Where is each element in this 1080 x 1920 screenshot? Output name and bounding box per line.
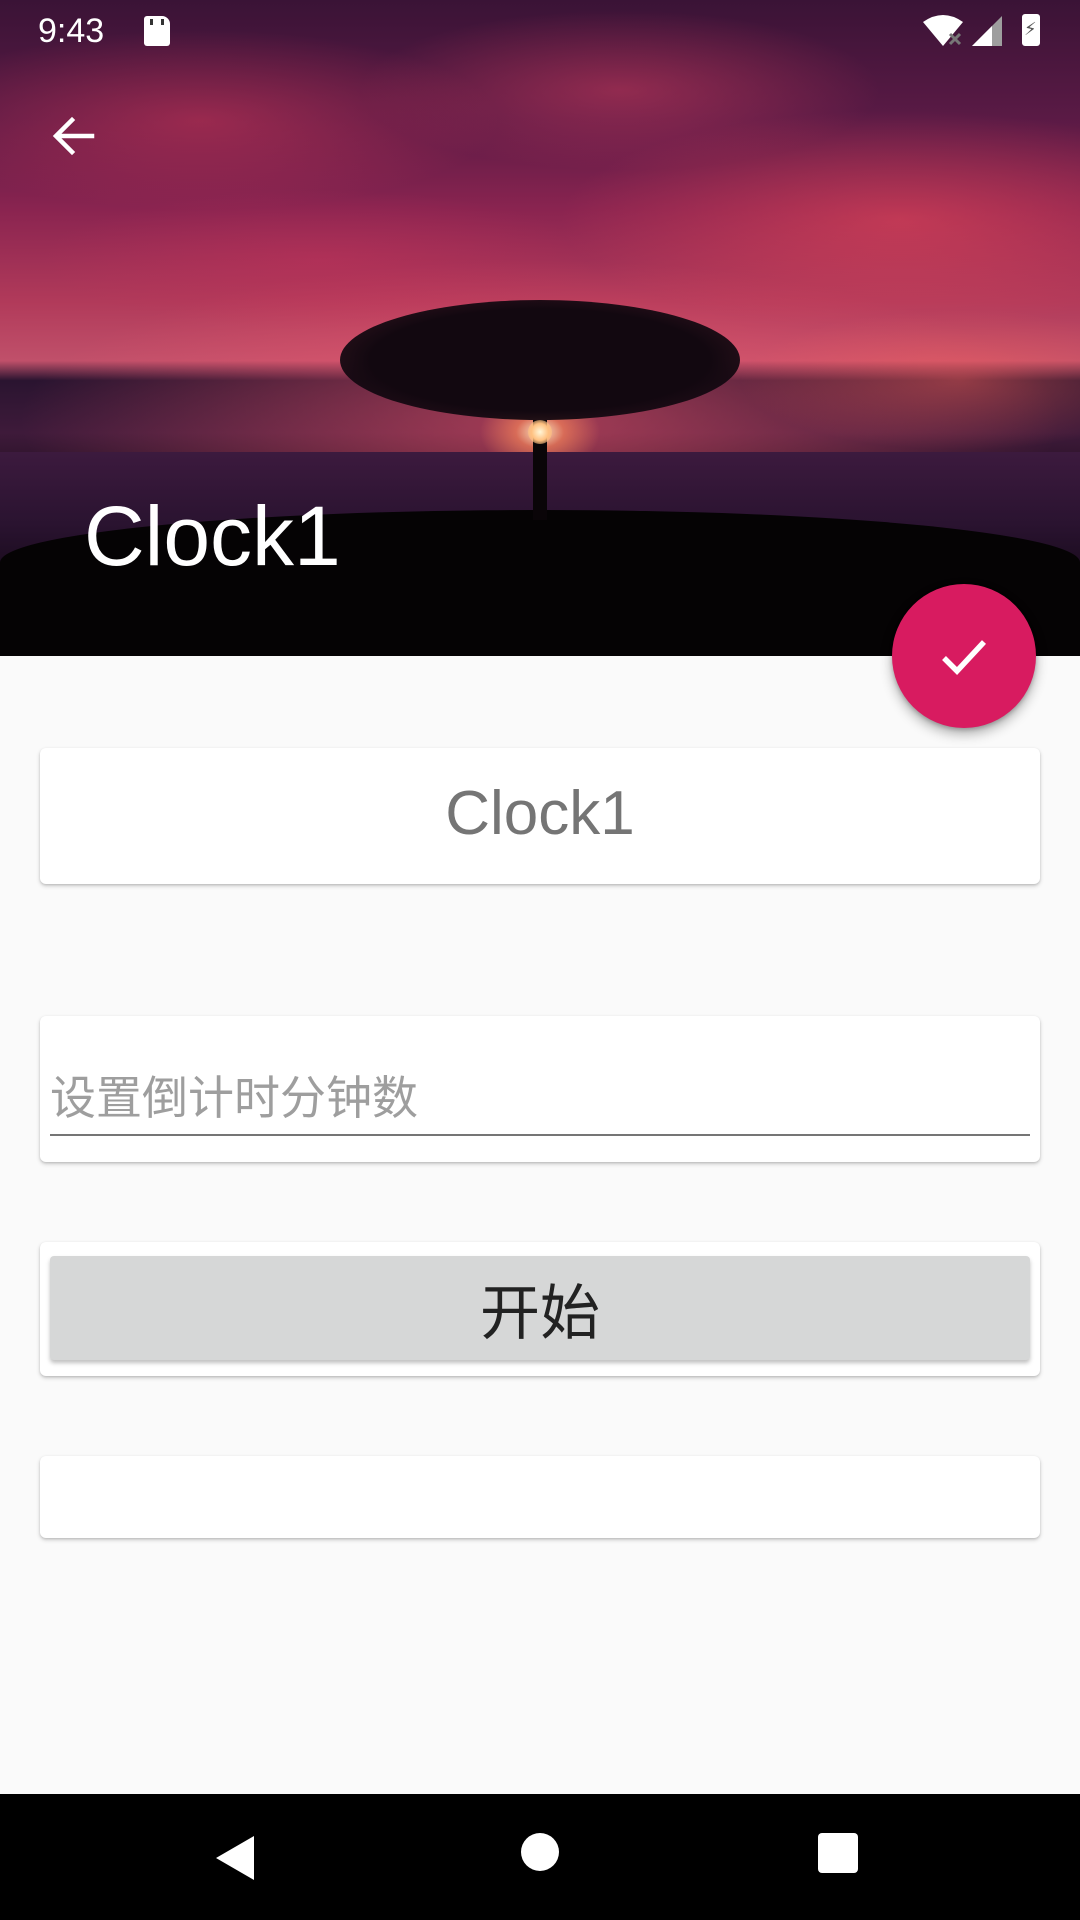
- battery-charging-icon: [1022, 14, 1040, 46]
- toolbar-title: Clock1: [84, 489, 341, 583]
- start-button-card: 开始: [40, 1242, 1040, 1376]
- arrow-back-icon: [52, 116, 95, 156]
- clock-name-text: Clock1: [445, 779, 635, 848]
- minutes-input-card: [40, 1016, 1040, 1162]
- nav-recents-icon[interactable]: [818, 1833, 858, 1873]
- navigation-bar: [0, 1794, 1080, 1920]
- confirm-fab[interactable]: [892, 584, 1036, 728]
- back-button[interactable]: [38, 100, 110, 172]
- minutes-input[interactable]: [50, 1066, 1030, 1136]
- result-card: [40, 1456, 1040, 1538]
- tree-canopy: [340, 300, 740, 420]
- status-bar: 9:43: [0, 0, 1080, 64]
- signal-icon: [972, 16, 1002, 46]
- status-time: 9:43: [38, 12, 105, 50]
- wifi-icon: [923, 15, 963, 46]
- nav-home-icon[interactable]: [521, 1833, 559, 1871]
- start-button[interactable]: 开始: [50, 1256, 1030, 1360]
- nav-back-icon[interactable]: [214, 1834, 256, 1882]
- sun: [528, 420, 552, 444]
- clock-name-card: Clock1: [40, 748, 1040, 884]
- check-icon: [942, 640, 987, 675]
- sd-card-icon: [144, 16, 170, 46]
